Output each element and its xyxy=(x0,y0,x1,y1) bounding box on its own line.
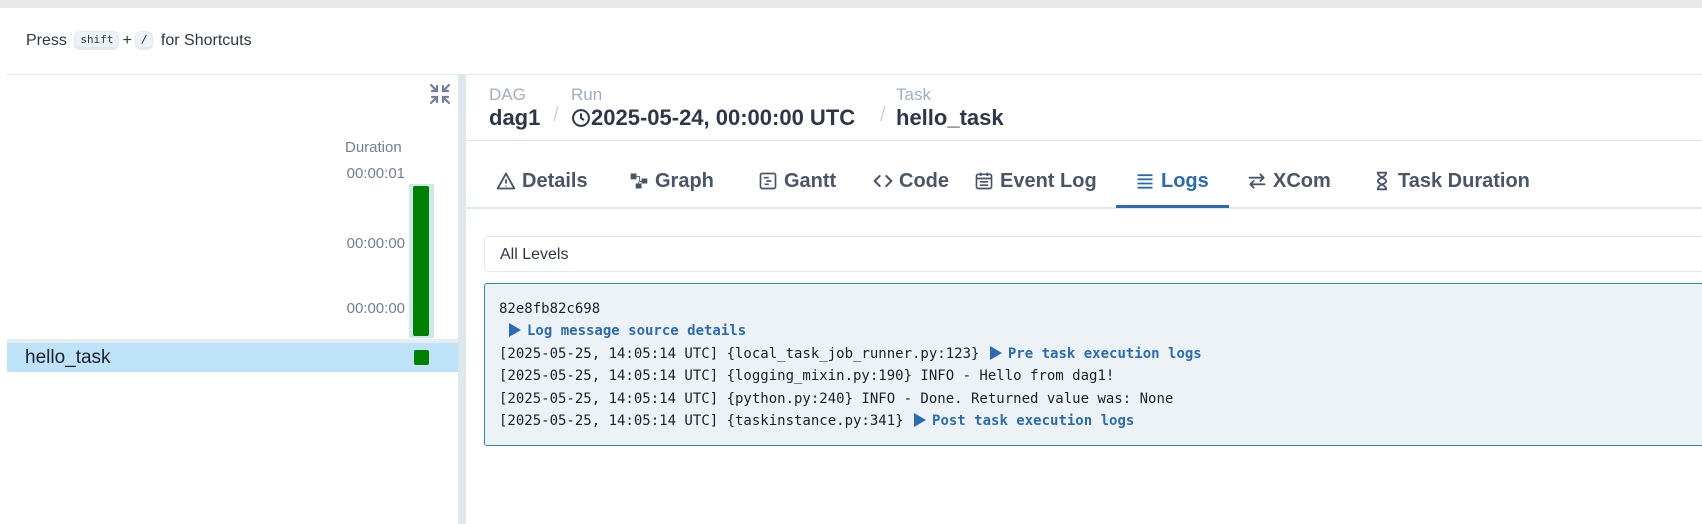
breadcrumb-divider xyxy=(466,140,1702,141)
top-bar xyxy=(0,0,1702,8)
log-source-details-toggle[interactable]: Log message source details xyxy=(507,323,746,339)
tab-gantt[interactable]: Gantt xyxy=(758,157,836,205)
duration-tick-middle: 00:00:00 xyxy=(346,235,405,252)
breadcrumb-task[interactable]: Task hello_task xyxy=(896,86,1004,132)
breadcrumb-run[interactable]: Run 2025-05-24, 00:00:00 UTC xyxy=(571,86,855,132)
tab-xcom[interactable]: XCom xyxy=(1247,157,1331,205)
breadcrumb-run-value[interactable]: 2025-05-24, 00:00:00 UTC xyxy=(591,105,855,130)
duration-axis-title: Duration xyxy=(345,139,402,156)
log-host-line: 82e8fb82c698 xyxy=(499,301,601,317)
breadcrumb-task-label: Task xyxy=(896,85,931,104)
task-status-square[interactable] xyxy=(414,350,429,365)
collapse-icon[interactable] xyxy=(428,82,452,106)
tab-graph-label: Graph xyxy=(655,169,714,192)
breadcrumb-task-value[interactable]: hello_task xyxy=(896,104,1004,132)
shortcut-press-text: Press xyxy=(26,32,67,49)
breadcrumb-dag-label: DAG xyxy=(489,85,526,104)
tab-logs-label: Logs xyxy=(1161,169,1209,192)
breadcrumb-separator: / xyxy=(553,104,559,126)
log-source-details-label: Log message source details xyxy=(527,323,747,339)
tab-code[interactable]: Code xyxy=(873,157,949,205)
list-icon xyxy=(1137,174,1153,189)
breadcrumb-run-label: Run xyxy=(571,85,603,104)
panel-splitter[interactable] xyxy=(458,75,466,524)
clock-icon xyxy=(572,109,590,127)
expand-triangle-icon xyxy=(914,413,927,427)
task-row[interactable]: hello_task xyxy=(7,343,458,372)
post-task-logs-label: Post task execution logs xyxy=(932,413,1135,429)
duration-bar[interactable] xyxy=(413,186,429,336)
expand-triangle-icon xyxy=(989,346,1002,360)
pre-task-logs-toggle[interactable]: Pre task execution logs xyxy=(988,346,1202,362)
breadcrumb-run-value-wrap[interactable]: 2025-05-24, 00:00:00 UTC xyxy=(571,104,855,132)
log-line: [2025-05-25, 14:05:14 UTC] {local_task_j… xyxy=(499,346,1202,362)
post-task-logs-toggle[interactable]: Post task execution logs xyxy=(912,413,1134,429)
breadcrumb-dag-value[interactable]: dag1 xyxy=(489,104,540,132)
calendar-icon xyxy=(975,172,993,190)
swap-icon xyxy=(1248,173,1266,189)
tab-details[interactable]: Details xyxy=(496,157,588,205)
shortcut-plus: + xyxy=(122,32,132,49)
active-tab-indicator xyxy=(1116,205,1229,208)
tab-graph[interactable]: Graph xyxy=(629,157,714,205)
shortcut-suffix-text: for Shortcuts xyxy=(160,32,252,49)
breadcrumb-dag[interactable]: DAG dag1 xyxy=(489,86,540,132)
log-level-select[interactable]: All Levels xyxy=(484,236,1702,272)
hourglass-icon xyxy=(1376,171,1388,191)
code-icon xyxy=(873,175,893,187)
log-line: [2025-05-25, 14:05:14 UTC] {taskinstance… xyxy=(499,413,1134,429)
shortcut-hint: Press shift + / for Shortcuts xyxy=(26,31,252,50)
breadcrumb-separator: / xyxy=(880,104,886,126)
log-output: 82e8fb82c698 Log message source details … xyxy=(484,283,1702,446)
tab-task-duration-label: Task Duration xyxy=(1398,169,1530,192)
tab-event-log-label: Event Log xyxy=(1000,169,1097,192)
task-name[interactable]: hello_task xyxy=(25,347,111,369)
slash-key: / xyxy=(134,31,154,50)
log-line: [2025-05-25, 14:05:14 UTC] {logging_mixi… xyxy=(499,368,1115,384)
gantt-icon xyxy=(759,172,777,190)
tab-task-duration[interactable]: Task Duration xyxy=(1372,157,1530,205)
expand-triangle-icon xyxy=(509,323,521,337)
log-line-text: [2025-05-25, 14:05:14 UTC] {local_task_j… xyxy=(499,346,980,362)
tab-xcom-label: XCom xyxy=(1273,169,1331,192)
tab-code-label: Code xyxy=(899,169,949,192)
pre-task-logs-label: Pre task execution logs xyxy=(1007,346,1202,362)
tab-logs[interactable]: Logs xyxy=(1135,157,1209,205)
warning-icon xyxy=(496,172,516,190)
graph-icon xyxy=(630,173,648,189)
tab-bar: Details Graph Gantt Code Event Log Logs … xyxy=(466,157,1702,209)
log-line-text: [2025-05-25, 14:05:14 UTC] {taskinstance… xyxy=(499,413,904,429)
log-line: [2025-05-25, 14:05:14 UTC] {python.py:24… xyxy=(499,391,1174,407)
duration-tick-bottom: 00:00:00 xyxy=(346,300,405,317)
header-divider xyxy=(7,74,1702,75)
shift-key: shift xyxy=(74,31,120,50)
duration-tick-top: 00:00:01 xyxy=(346,165,405,182)
tab-bar-divider xyxy=(466,207,1702,209)
tab-details-label: Details xyxy=(522,169,588,192)
tab-event-log[interactable]: Event Log xyxy=(974,157,1097,205)
tab-gantt-label: Gantt xyxy=(784,169,837,192)
